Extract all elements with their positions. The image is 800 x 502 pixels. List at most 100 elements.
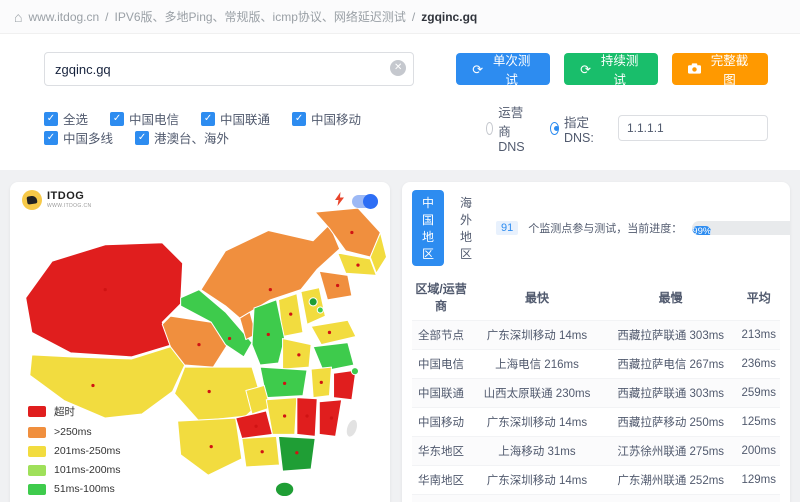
checkbox-checked-icon: ✓: [201, 112, 215, 126]
fastest-cell: 上海移动 31ms: [470, 437, 604, 466]
single-test-button[interactable]: ⟳ 单次测试: [456, 53, 550, 85]
checkbox-checked-icon: ✓: [135, 131, 149, 145]
average-cell: 200ms: [738, 437, 780, 466]
province-jiangsu: [313, 343, 354, 372]
region-cell: 中国联通: [412, 379, 470, 408]
dns-options: 运营商DNS 指定DNS:: [486, 102, 768, 154]
legend-color-chip: [28, 406, 46, 417]
checkbox-line-type[interactable]: ✓中国多线: [44, 128, 113, 147]
table-row: 中国联通山西太原联通 230ms西藏拉萨联通 303ms259ms: [412, 379, 780, 408]
breadcrumb-path[interactable]: IPV6版、多地Ping、常规版、icmp协议、网络延迟测试: [115, 8, 406, 25]
map-toggle-switch[interactable]: [352, 195, 378, 208]
province-taiwan: [344, 418, 359, 439]
legend-label: >250ms: [54, 426, 92, 438]
slowest-cell: 广东潮州联通 252ms: [604, 466, 738, 495]
progress-bar: 99%: [692, 221, 790, 235]
average-cell: 236ms: [738, 350, 780, 379]
table-row: 华中地区湖北武汉移动 52ms湖南长沙联通 269ms208ms: [412, 495, 780, 502]
legend-color-chip: [28, 465, 46, 476]
dns-input[interactable]: [618, 115, 768, 141]
legend-color-chip: [28, 446, 46, 457]
legend-row: 101ms-200ms: [28, 464, 121, 476]
itdog-logo[interactable]: ITDOG WWW.ITDOG.CN: [22, 190, 92, 210]
host-input[interactable]: [44, 52, 414, 86]
line-type-checkboxes: ✓全选✓中国电信✓中国联通✓中国移动✓中国多线✓港澳台、海外: [44, 109, 452, 147]
table-row: 华东地区上海移动 31ms江苏徐州联通 275ms200ms: [412, 437, 780, 466]
full-screenshot-button[interactable]: 完整截图: [672, 53, 768, 85]
slowest-cell: 西藏拉萨移动 250ms: [604, 408, 738, 437]
radio-custom-dns[interactable]: 指定DNS:: [550, 112, 598, 145]
province-henan: [283, 339, 312, 370]
province-beijing: [309, 298, 317, 306]
radio-isp-dns[interactable]: 运营商DNS: [486, 102, 530, 154]
legend-color-chip: [28, 484, 46, 495]
checkbox-line-type[interactable]: ✓全选: [44, 109, 88, 128]
test-form: ✕ ⟳ 单次测试 ⟳ 持续测试 完整截图 ✓全选✓中国电信✓中国联通✓中国移动✓…: [0, 34, 800, 170]
results-table: 区域/运营商最快最慢平均 全部节点广东深圳移动 14ms西藏拉萨联通 303ms…: [412, 274, 780, 502]
checkbox-line-type[interactable]: ✓ 中国移动: [292, 109, 361, 128]
average-cell: 213ms: [738, 321, 780, 350]
progress-fill: 99%: [692, 226, 711, 235]
province-shandong: [311, 320, 356, 344]
breadcrumb-separator: /: [412, 10, 415, 24]
fastest-cell: 广东深圳移动 14ms: [470, 408, 604, 437]
legend-row: 超时: [28, 404, 121, 419]
province-tianjin: [317, 307, 323, 313]
results-table-body: 全部节点广东深圳移动 14ms西藏拉萨联通 303ms213ms中国电信上海电信…: [412, 321, 780, 502]
latency-legend: 超时 >250ms 201ms-250ms 101ms-200ms 51ms-100ms…: [28, 397, 121, 502]
fastest-cell: 广东深圳移动 14ms: [470, 466, 604, 495]
table-header-row: 区域/运营商最快最慢平均: [412, 274, 780, 321]
checkbox-line-type[interactable]: ✓中国联通: [201, 109, 270, 128]
breadcrumb-target: zgqinc.gq: [421, 10, 477, 24]
checkbox-checked-icon: ✓: [44, 112, 58, 126]
checkbox-label: 中国移动: [311, 109, 361, 128]
tab-overseas-region[interactable]: 海外地区: [454, 190, 478, 266]
legend-label: 51ms-100ms: [54, 483, 115, 495]
slowest-cell: 西藏拉萨联通 303ms: [604, 379, 738, 408]
monitor-text: 个监测点参与测试，当前进度：: [528, 220, 682, 236]
refresh-icon: ⟳: [472, 63, 483, 76]
province-xinjiang: [26, 243, 183, 357]
radio-icon: [550, 122, 559, 135]
slowest-cell: 西藏拉萨电信 267ms: [604, 350, 738, 379]
fastest-cell: 湖北武汉移动 52ms: [470, 495, 604, 502]
province-zhejiang: [334, 370, 356, 400]
checkbox-line-type[interactable]: ✓ 港澳台、海外: [135, 128, 229, 147]
home-icon[interactable]: ⌂: [14, 10, 22, 24]
checkbox-line-type[interactable]: ✓ 中国电信: [110, 109, 179, 128]
table-row: 中国电信上海电信 216ms西藏拉萨电信 267ms236ms: [412, 350, 780, 379]
legend-row: 201ms-250ms: [28, 445, 121, 457]
average-cell: 208ms: [738, 495, 780, 502]
average-cell: 125ms: [738, 408, 780, 437]
region-cell: 中国电信: [412, 350, 470, 379]
table-row: 中国移动广东深圳移动 14ms西藏拉萨移动 250ms125ms: [412, 408, 780, 437]
checkbox-label: 中国电信: [129, 109, 179, 128]
region-cell: 华南地区: [412, 466, 470, 495]
slowest-cell: 江苏徐州联通 275ms: [604, 437, 738, 466]
table-row: 华南地区广东深圳移动 14ms广东潮州联通 252ms129ms: [412, 466, 780, 495]
url-input-wrap: ✕: [44, 52, 414, 86]
lightning-icon[interactable]: [335, 192, 344, 211]
average-cell: 129ms: [738, 466, 780, 495]
breadcrumb-site[interactable]: www.itdog.cn: [28, 10, 99, 24]
logo-title: ITDOG: [47, 191, 92, 202]
tab-china-region[interactable]: 中国地区: [412, 190, 444, 266]
checkbox-checked-icon: ✓: [44, 131, 58, 145]
continuous-test-button[interactable]: ⟳ 持续测试: [564, 53, 658, 85]
slowest-cell: 西藏拉萨联通 303ms: [604, 321, 738, 350]
table-row: 全部节点广东深圳移动 14ms西藏拉萨联通 303ms213ms: [412, 321, 780, 350]
legend-color-chip: [28, 427, 46, 438]
checkbox-checked-icon: ✓: [110, 112, 124, 126]
legend-label: 201ms-250ms: [54, 445, 121, 457]
average-cell: 259ms: [738, 379, 780, 408]
checkbox-checked-icon: ✓: [292, 112, 306, 126]
legend-label: 超时: [54, 404, 75, 419]
legend-row: >250ms: [28, 426, 121, 438]
breadcrumb-separator: /: [105, 10, 108, 24]
logo-subtitle: WWW.ITDOG.CN: [47, 204, 92, 209]
province-shanghai: [351, 368, 358, 375]
checkbox-label: 港澳台、海外: [154, 128, 229, 147]
region-cell: 华中地区: [412, 495, 470, 502]
monitor-count-badge: 91: [496, 221, 518, 235]
province-hainan: [275, 482, 293, 496]
